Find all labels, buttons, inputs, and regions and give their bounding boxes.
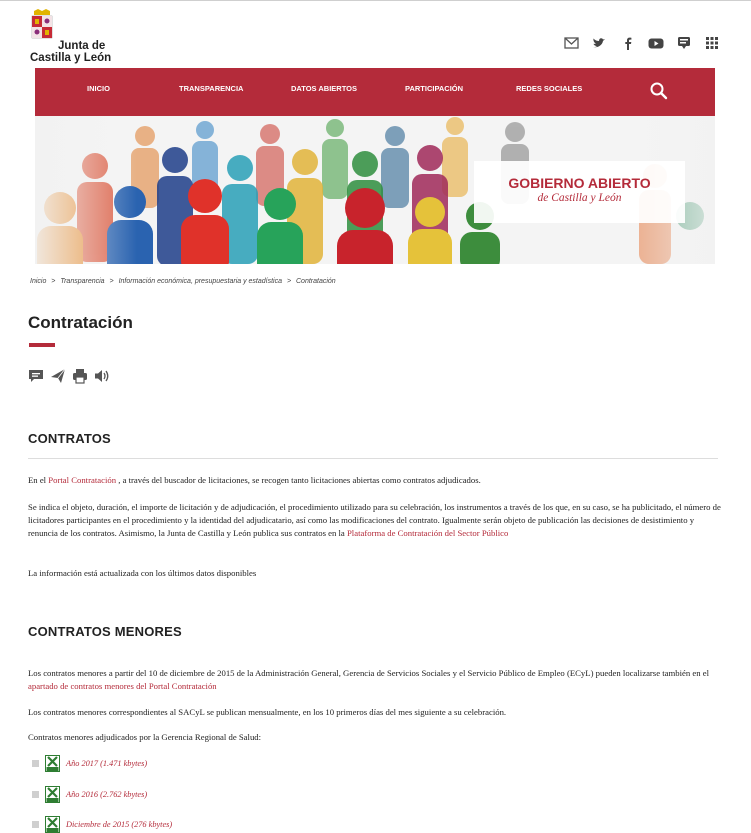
download-item[interactable]: Año 2016 (2.762 kbytes) — [32, 786, 147, 803]
twitter-icon[interactable] — [591, 36, 609, 50]
xls-file-icon — [45, 755, 60, 772]
xls-file-icon — [45, 786, 60, 803]
send-icon[interactable] — [50, 368, 66, 384]
facebook-icon[interactable] — [619, 36, 637, 50]
print-icon[interactable] — [72, 368, 88, 384]
blog-icon[interactable] — [675, 36, 693, 50]
portal-contratacion-link[interactable]: Portal Contratación — [48, 475, 116, 485]
breadcrumb-item-transparencia[interactable]: Transparencia — [60, 278, 104, 285]
nav-item-datos-abiertos[interactable]: DATOS ABIERTOS — [291, 84, 357, 93]
nav-item-participacion[interactable]: PARTICIPACIÓN — [405, 84, 463, 93]
mail-icon[interactable] — [563, 36, 581, 50]
breadcrumb-item-informacion[interactable]: Información económica, presupuestaria y … — [119, 278, 282, 285]
contratos-paragraph-3: La información está actualizada con los … — [28, 568, 257, 578]
download-link-2017[interactable]: Año 2017 (1.471 kbytes) — [66, 759, 147, 768]
search-icon[interactable] — [649, 81, 669, 101]
logo-line-1: Junta de — [58, 40, 106, 52]
download-link-2016[interactable]: Año 2016 (2.762 kbytes) — [66, 790, 147, 799]
banner-title: GOBIERNO ABIERTO — [508, 175, 651, 191]
breadcrumb-separator: > — [286, 278, 292, 285]
nav-item-redes-sociales[interactable]: REDES SOCIALES — [516, 84, 582, 93]
logo-text: Junta de Castilla y León — [30, 40, 111, 64]
nav-item-inicio[interactable]: INICIO — [87, 84, 110, 93]
download-item[interactable]: Año 2017 (1.471 kbytes) — [32, 755, 147, 772]
contratos-paragraph-2: Se indica el objeto, duración, el import… — [28, 501, 722, 541]
nav-item-transparencia[interactable]: TRANSPARENCIA — [179, 84, 243, 93]
banner-caption: GOBIERNO ABIERTO de Castilla y León — [474, 161, 685, 223]
breadcrumb-item-inicio[interactable]: Inicio — [30, 278, 46, 285]
text-segment: , a través del buscador de licitaciones,… — [116, 475, 481, 485]
section-heading-contratos-menores: CONTRATOS MENORES — [28, 624, 182, 639]
text-segment: En el — [28, 475, 49, 485]
breadcrumb-separator: > — [109, 278, 114, 285]
page-title: Contratación — [28, 313, 133, 332]
breadcrumb-separator: > — [51, 278, 56, 285]
section-heading-contratos: CONTRATOS — [28, 431, 111, 446]
download-item[interactable]: Diciembre de 2015 (276 kbytes) — [32, 816, 172, 833]
hero-banner: GOBIERNO ABIERTO de Castilla y León — [35, 116, 715, 264]
audio-icon[interactable] — [94, 368, 110, 384]
contratos-paragraph-1: En el Portal Contratación , a través del… — [28, 474, 722, 487]
apps-grid-icon[interactable] — [703, 36, 721, 50]
main-nav: INICIO TRANSPARENCIA DATOS ABIERTOS PART… — [35, 68, 715, 116]
bullet-icon — [32, 821, 39, 828]
menores-paragraph-2: Los contratos menores correspondientes a… — [28, 707, 507, 717]
bullet-icon — [32, 791, 39, 798]
menores-paragraph-3: Contratos menores adjudicados por la Ger… — [28, 732, 262, 742]
section-divider — [28, 458, 718, 459]
logo-line-2: Castilla y León — [30, 52, 112, 64]
youtube-icon[interactable] — [647, 36, 665, 50]
breadcrumb-item-contratacion: Contratación — [296, 278, 336, 285]
download-link-dic-2015[interactable]: Diciembre de 2015 (276 kbytes) — [66, 820, 172, 829]
breadcrumb: Inicio > Transparencia > Información eco… — [30, 278, 339, 285]
page-tools — [28, 368, 110, 384]
text-segment: Los contratos menores a partir del 10 de… — [28, 668, 710, 678]
contratos-menores-link[interactable]: apartado de contratos menores del Portal… — [28, 681, 217, 691]
junta-logo[interactable]: Junta de Castilla y León — [30, 9, 120, 64]
banner-subtitle: de Castilla y León — [537, 192, 622, 204]
plataforma-contratacion-link[interactable]: Plataforma de Contratación del Sector Pú… — [347, 528, 508, 538]
header-social-icons — [563, 36, 721, 50]
menores-paragraph-1: Los contratos menores a partir del 10 de… — [28, 667, 722, 693]
top-border — [0, 0, 751, 1]
title-underline — [29, 343, 55, 347]
bullet-icon — [32, 760, 39, 767]
comment-icon[interactable] — [28, 368, 44, 384]
xls-file-icon — [45, 816, 60, 833]
